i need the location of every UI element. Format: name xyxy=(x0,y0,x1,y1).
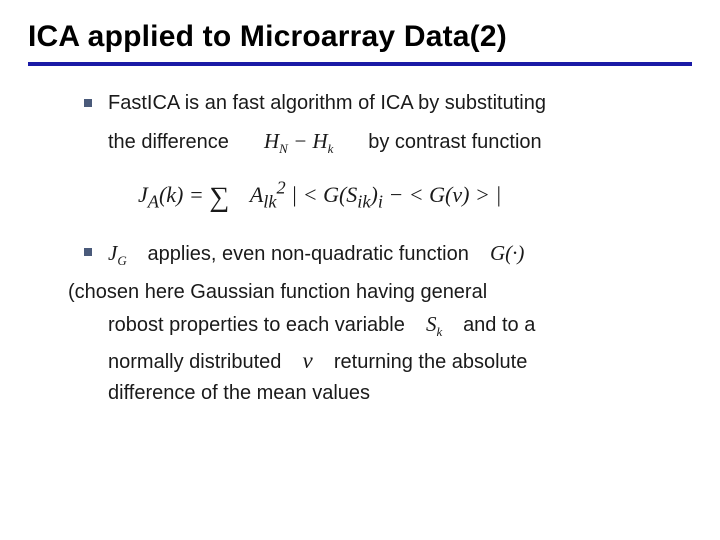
formula-G1: G(S xyxy=(323,182,357,207)
formula-arg: (k) = xyxy=(159,182,209,207)
bullet-1: FastICA is an fast algorithm of ICA by s… xyxy=(28,88,692,119)
slide-body: FastICA is an fast algorithm of ICA by s… xyxy=(28,88,692,409)
math-jg: JG xyxy=(108,241,132,265)
para-line3b: returning the absolute xyxy=(334,351,527,373)
formula-close: > | xyxy=(475,182,501,207)
formula-A-sup: 2 xyxy=(277,177,286,197)
formula-i-sub: i xyxy=(378,191,383,211)
para-line3a: normally distributed xyxy=(108,351,281,373)
bullet-1-line2: the difference HN − Hk by contrast funct… xyxy=(28,125,692,159)
para-line3: normally distributed v returning the abs… xyxy=(68,343,692,379)
para-line2a: robost properties to each variable xyxy=(108,314,405,336)
para-line2: robost properties to each variable Sk an… xyxy=(68,308,692,342)
bullet-icon xyxy=(84,99,92,107)
title-underline xyxy=(28,62,692,66)
math-hk: H xyxy=(312,129,327,153)
formula-mid: − < xyxy=(388,182,429,207)
math-minus: − xyxy=(293,129,312,153)
para-line4: difference of the mean values xyxy=(68,378,692,409)
bullet-icon xyxy=(84,248,92,256)
math-jg-j: J xyxy=(108,241,117,265)
formula-G1-sub: ik xyxy=(357,191,370,211)
formula-sum: ∑ xyxy=(209,182,229,213)
math-hk-sub: k xyxy=(328,141,334,156)
math-sk: Sk xyxy=(426,312,448,336)
slide-title: ICA applied to Microarray Data(2) xyxy=(28,20,692,54)
math-hn: H xyxy=(264,129,279,153)
bullet-1-line1: FastICA is an fast algorithm of ICA by s… xyxy=(108,92,546,114)
para-line1: (chosen here Gaussian function having ge… xyxy=(68,277,692,308)
formula-J-sub: A xyxy=(148,191,159,211)
slide: ICA applied to Microarray Data(2) FastIC… xyxy=(0,0,720,540)
formula-J: J xyxy=(138,182,148,207)
math-v: v xyxy=(303,348,313,373)
formula-A: A xyxy=(250,182,263,207)
para-line2b: and to a xyxy=(463,314,535,336)
math-sk-sub: k xyxy=(436,325,442,340)
formula-bar1: | < xyxy=(291,182,323,207)
math-hn-hk: HN − Hk xyxy=(264,129,339,153)
bullet-1-line2a: the difference xyxy=(108,131,229,153)
math-hn-sub: N xyxy=(279,141,288,156)
bullet-2-text: JG applies, even non-quadratic function … xyxy=(108,237,692,271)
formula: JA(k) = ∑ Alk2 | < G(Sik)i − < G(v) > | xyxy=(28,173,692,219)
math-g-dot: G(·) xyxy=(490,241,524,265)
formula-A-sub: lk xyxy=(263,191,276,211)
bullet-2-line1: applies, even non-quadratic function xyxy=(148,243,469,265)
bullet-2: JG applies, even non-quadratic function … xyxy=(28,237,692,271)
bullet-1-text: FastICA is an fast algorithm of ICA by s… xyxy=(108,88,692,119)
paragraph: (chosen here Gaussian function having ge… xyxy=(28,277,692,409)
math-sk-s: S xyxy=(426,312,437,336)
bullet-1-line2b: by contrast function xyxy=(368,131,541,153)
formula-G1-close: ) xyxy=(371,182,378,207)
math-jg-sub: G xyxy=(117,253,126,268)
formula-G2: G(v) xyxy=(429,182,469,207)
formula-content: JA(k) = ∑ Alk2 | < G(Sik)i − < G(v) > | xyxy=(138,182,501,207)
